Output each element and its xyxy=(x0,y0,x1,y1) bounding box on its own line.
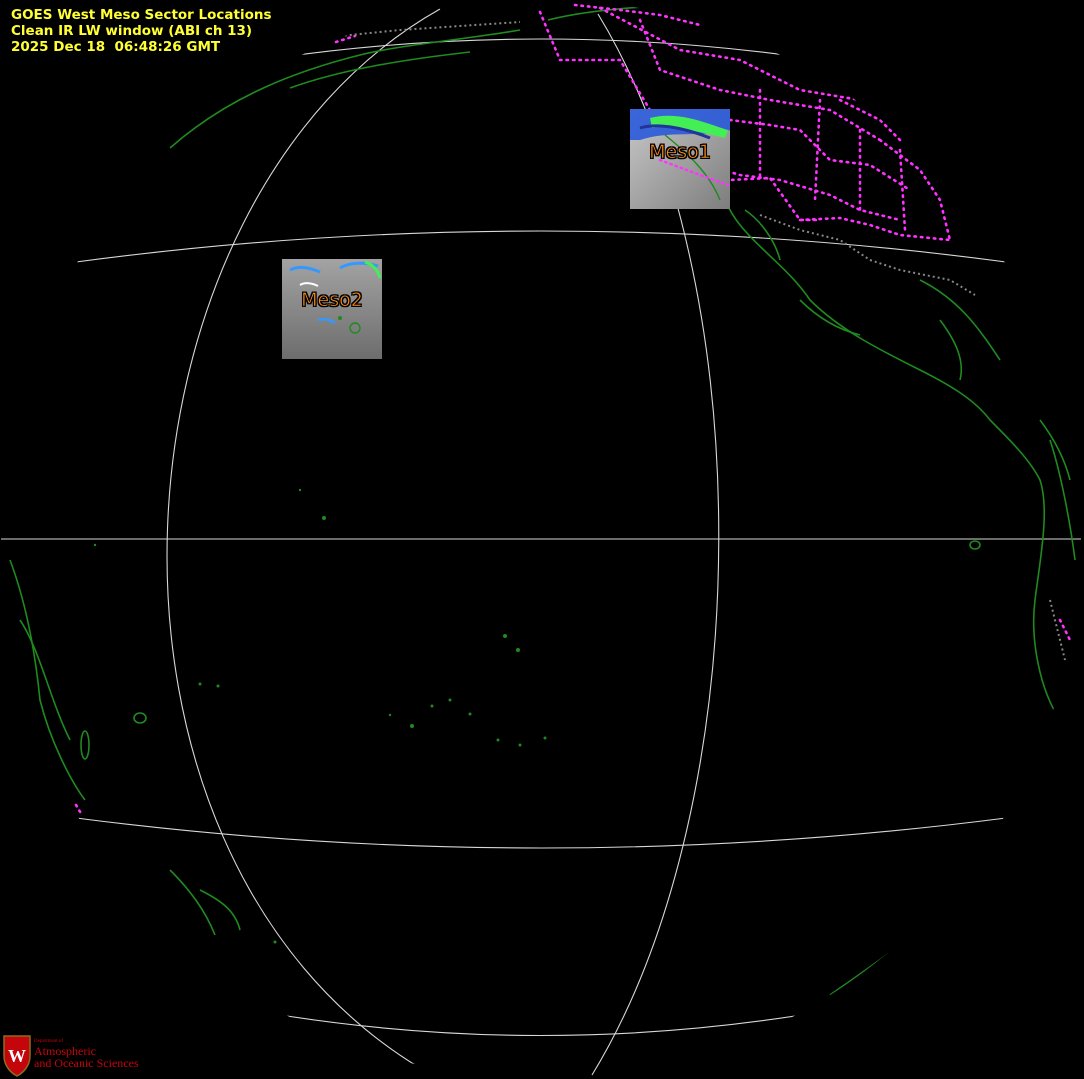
satellite-disk-map xyxy=(1,3,1081,1076)
meso1-sector[interactable]: Meso1 xyxy=(630,109,730,209)
latitude-line-30s xyxy=(75,817,1007,849)
latitude-line-60n xyxy=(274,38,808,59)
aos-department-logo: W Department of Atmospheric and Oceanic … xyxy=(0,1030,160,1079)
map-title-block: GOES West Meso Sector Locations Clean IR… xyxy=(11,7,272,55)
meso2-sector[interactable]: Meso2 xyxy=(282,259,382,359)
latitude-line-60s xyxy=(286,1015,796,1037)
svg-text:W: W xyxy=(8,1046,26,1066)
map-title: GOES West Meso Sector Locations xyxy=(11,7,272,23)
meso1-label: Meso1 xyxy=(649,141,711,164)
map-timestamp: 2025 Dec 18 06:48:26 GMT xyxy=(11,39,221,55)
map-subtitle-channel: Clean IR LW window (ABI ch 13) xyxy=(11,23,253,39)
logo-line2: and Oceanic Sciences xyxy=(34,1056,139,1070)
island-specks xyxy=(93,488,547,944)
graticule xyxy=(1,8,1081,1076)
meso2-label: Meso2 xyxy=(301,289,363,312)
uw-crest-icon: W xyxy=(3,1035,31,1077)
coastlines xyxy=(9,5,1076,996)
political-borders xyxy=(74,3,1072,817)
